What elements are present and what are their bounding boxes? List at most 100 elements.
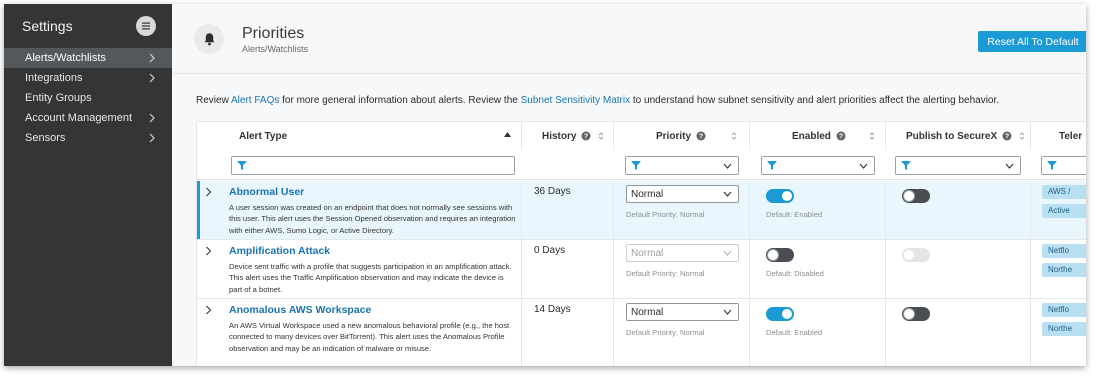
sidebar-item-label: Alerts/Watchlists	[25, 52, 106, 64]
breadcrumb[interactable]: Alerts/Watchlists	[242, 44, 308, 54]
telemetry-filter-select[interactable]	[1041, 156, 1086, 175]
filter-icon	[1047, 161, 1057, 170]
sort-arrows-icon[interactable]	[730, 131, 738, 141]
hamburger-icon[interactable]	[136, 16, 156, 36]
sidebar-item-alerts-watchlists[interactable]: Alerts/Watchlists	[4, 48, 172, 68]
publish-toggle[interactable]	[902, 189, 930, 203]
column-header-history[interactable]: History ?	[521, 122, 613, 150]
history-value: 0 Days	[534, 245, 566, 256]
help-icon[interactable]: ?	[696, 131, 706, 141]
telemetry-filter-cell	[1030, 150, 1086, 179]
sort-ascending-icon[interactable]	[504, 132, 511, 137]
table-row[interactable]: Amplification Attack Device sent traffic…	[197, 240, 1086, 299]
chevron-down-icon	[723, 250, 732, 256]
enabled-toggle[interactable]	[766, 248, 794, 262]
priority-select[interactable]: Normal	[626, 185, 739, 203]
expand-cell	[197, 181, 225, 239]
publish-cell	[885, 181, 1030, 239]
publish-toggle[interactable]	[902, 248, 930, 262]
chevron-right-icon	[149, 113, 155, 123]
enabled-toggle[interactable]	[766, 189, 794, 203]
alert-type-cell: Amplification Attack Device sent traffic…	[225, 240, 521, 298]
alert-type-cell: Abnormal User A user session was created…	[225, 181, 521, 239]
column-header-telemetry[interactable]: Teler	[1030, 122, 1086, 150]
column-label: Publish to SecureX	[906, 130, 998, 142]
history-cell: 36 Days	[521, 181, 613, 239]
column-label: History	[542, 130, 577, 142]
page-title: Priorities	[242, 24, 305, 42]
priority-select-value: Normal	[631, 307, 664, 318]
expand-chevron-icon[interactable]	[205, 246, 212, 256]
column-header-publish-to-securex[interactable]: Publish to SecureX ?	[885, 122, 1030, 150]
publish-toggle[interactable]	[902, 307, 930, 321]
app-window: Settings Alerts/Watchlists Integrations …	[4, 4, 1086, 366]
alert-name[interactable]: Abnormal User	[229, 186, 304, 198]
alert-name[interactable]: Anomalous AWS Workspace	[229, 304, 371, 316]
telemetry-tag: Netflo	[1042, 303, 1086, 317]
expand-chevron-icon[interactable]	[205, 187, 212, 197]
chevron-right-icon	[149, 73, 155, 83]
column-header-enabled[interactable]: Enabled ?	[749, 122, 885, 150]
enabled-filter-select[interactable]	[761, 156, 875, 175]
sort-arrows-icon[interactable]	[868, 131, 876, 141]
column-label: Alert Type	[239, 130, 288, 142]
telemetry-cell: Netflo Northe	[1030, 240, 1086, 298]
filter-icon	[631, 161, 641, 170]
default-enabled-hint: Default: Disabled	[766, 269, 824, 278]
filter-icon	[901, 161, 911, 170]
alert-description: An AWS Virtual Workspace used a new anom…	[229, 321, 510, 353]
table-row[interactable]: Anomalous AWS Workspace An AWS Virtual W…	[197, 299, 1086, 366]
intro-text: Review Alert FAQs for more general infor…	[196, 95, 999, 106]
column-header-priority[interactable]: Priority ?	[613, 122, 749, 150]
table-header: Alert Type History ? Priority ? Enabled …	[197, 122, 1086, 150]
enabled-toggle[interactable]	[766, 307, 794, 321]
chevron-right-icon	[149, 53, 155, 63]
toggle-knob	[903, 190, 915, 202]
help-icon[interactable]: ?	[836, 131, 846, 141]
priority-select-value: Normal	[631, 248, 664, 259]
column-label: Priority	[656, 130, 692, 142]
reset-all-to-default-button[interactable]: Reset All To Default	[978, 31, 1086, 52]
svg-text:?: ?	[699, 134, 703, 141]
main-content: Priorities Alerts/Watchlists Reset All T…	[172, 4, 1086, 366]
help-icon[interactable]: ?	[1002, 131, 1012, 141]
table-row[interactable]: Abnormal User A user session was created…	[197, 181, 1086, 240]
alert-type-filter-input[interactable]	[231, 156, 515, 175]
priority-cell: Normal Default Priority: Normal	[613, 299, 749, 366]
sort-arrows-icon[interactable]	[1018, 131, 1026, 141]
filter-icon	[767, 161, 777, 170]
publish-filter-select[interactable]	[895, 156, 1021, 175]
priority-filter-select[interactable]	[625, 156, 739, 175]
expand-chevron-icon[interactable]	[205, 305, 212, 315]
alert-description: Device sent traffic with a profile that …	[229, 262, 512, 294]
column-header-alert-type[interactable]: Alert Type	[225, 122, 521, 150]
priority-select[interactable]: Normal	[626, 303, 739, 321]
sidebar-item-entity-groups[interactable]: Entity Groups	[4, 88, 172, 108]
sort-arrows-icon[interactable]	[597, 131, 605, 141]
default-enabled-hint: Default: Enabled	[766, 210, 823, 219]
bell-icon	[194, 24, 224, 54]
subnet-sensitivity-matrix-link[interactable]: Subnet Sensitivity Matrix	[521, 95, 631, 106]
toggle-knob	[781, 308, 793, 320]
priority-select[interactable]: Normal	[626, 244, 739, 262]
expand-cell	[197, 240, 225, 298]
sidebar-item-label: Sensors	[25, 132, 66, 144]
sidebar-item-account-management[interactable]: Account Management	[4, 108, 172, 128]
alert-faqs-link[interactable]: Alert FAQs	[231, 95, 279, 106]
sidebar: Settings Alerts/Watchlists Integrations …	[4, 4, 172, 366]
alert-type-cell: Anomalous AWS Workspace An AWS Virtual W…	[225, 299, 521, 366]
toggle-knob	[903, 249, 915, 261]
alert-type-filter-cell	[225, 150, 521, 179]
alert-description: A user session was created on an endpoin…	[229, 203, 516, 235]
filter-icon	[237, 161, 247, 170]
alert-name[interactable]: Amplification Attack	[229, 245, 330, 257]
help-icon[interactable]: ?	[581, 131, 591, 141]
sidebar-item-integrations[interactable]: Integrations	[4, 68, 172, 88]
sidebar-item-sensors[interactable]: Sensors	[4, 128, 172, 148]
filter-row	[197, 150, 1086, 180]
chevron-down-icon	[723, 163, 732, 169]
priority-select-value: Normal	[631, 189, 664, 200]
page-header: Priorities Alerts/Watchlists	[194, 24, 308, 54]
chevron-right-icon	[149, 133, 155, 143]
history-value: 36 Days	[534, 186, 571, 197]
